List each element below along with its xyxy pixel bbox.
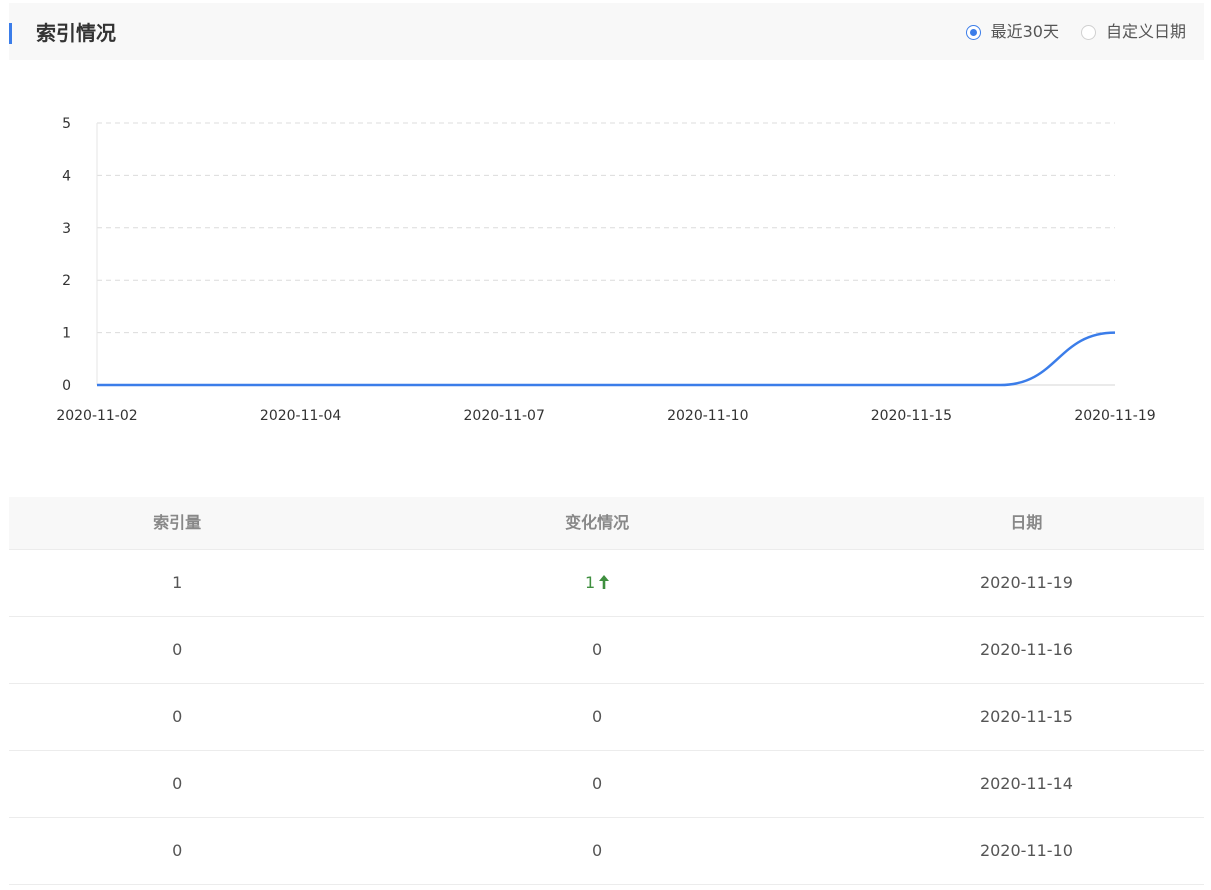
x-tick-label: 2020-11-04	[260, 408, 341, 424]
cell-date: 2020-11-19	[979, 573, 1073, 592]
y-tick-label: 4	[62, 168, 71, 184]
x-tick-label: 2020-11-07	[464, 408, 545, 424]
table-row: 0 0 2020-11-14	[9, 751, 1204, 818]
x-tick-label: 2020-11-15	[871, 408, 952, 424]
table-header: 索引量 变化情况 日期	[9, 497, 1204, 550]
cell-count: 0	[172, 640, 183, 659]
index-status-page: 索引情况 最近30天 自定义日期 0 1 2 3 4 5 2020-11-02 2020-11…	[0, 0, 1211, 890]
table-row: 0 0 2020-11-15	[9, 684, 1204, 751]
date-range-selector: 最近30天 自定义日期	[965, 21, 1186, 43]
cell-date: 2020-11-15	[979, 707, 1073, 726]
table-row: 0 0 2020-11-10	[9, 818, 1204, 885]
cell-count: 0	[172, 707, 183, 726]
column-header-count: 索引量	[153, 513, 202, 532]
y-tick-label: 0	[62, 378, 71, 394]
header-accent-bar	[9, 23, 12, 44]
cell-change: 0	[592, 640, 603, 659]
cell-change: 0	[592, 774, 603, 793]
cell-count: 0	[172, 774, 183, 793]
table-row: 1 1 2020-11-19	[9, 550, 1204, 617]
table-row: 0 0 2020-11-16	[9, 617, 1204, 684]
cell-change: 1	[345, 550, 849, 616]
cell-change: 0	[592, 841, 603, 860]
column-header-date: 日期	[1010, 513, 1043, 532]
radio-label-custom-date: 自定义日期	[1105, 22, 1186, 41]
cell-count: 1	[172, 573, 183, 592]
radio-checked-icon	[965, 24, 981, 40]
radio-label-last-30-days: 最近30天	[990, 22, 1059, 41]
series-line	[97, 331, 1116, 387]
cell-date: 2020-11-14	[979, 774, 1073, 793]
cell-date: 2020-11-10	[979, 841, 1073, 860]
column-header-change: 变化情况	[565, 513, 630, 532]
change-value: 1	[585, 573, 596, 592]
radio-unchecked-icon	[1080, 24, 1096, 40]
radio-custom-date[interactable]: 自定义日期	[1080, 21, 1186, 43]
x-tick-label: 2020-11-19	[1074, 408, 1155, 424]
radio-last-30-days[interactable]: 最近30天	[965, 21, 1059, 43]
index-table: 索引量 变化情况 日期 1 1 2020-11-19 0 0 2020-11-1…	[9, 497, 1204, 885]
y-tick-label: 5	[62, 116, 71, 132]
cell-change: 0	[592, 707, 603, 726]
section-header: 索引情况 最近30天 自定义日期	[9, 3, 1204, 60]
x-tick-label: 2020-11-02	[56, 408, 137, 424]
arrow-up-icon	[599, 575, 610, 589]
y-tick-label: 2	[62, 273, 71, 289]
section-title: 索引情况	[36, 21, 116, 45]
y-tick-label: 1	[62, 326, 71, 342]
cell-date: 2020-11-16	[979, 640, 1073, 659]
y-tick-label: 3	[62, 221, 71, 237]
x-tick-label: 2020-11-10	[667, 408, 748, 424]
index-trend-chart: 0 1 2 3 4 5 2020-11-02 2020-11-04 2020-11-07 2020…	[56, 116, 1155, 424]
cell-count: 0	[172, 841, 183, 860]
